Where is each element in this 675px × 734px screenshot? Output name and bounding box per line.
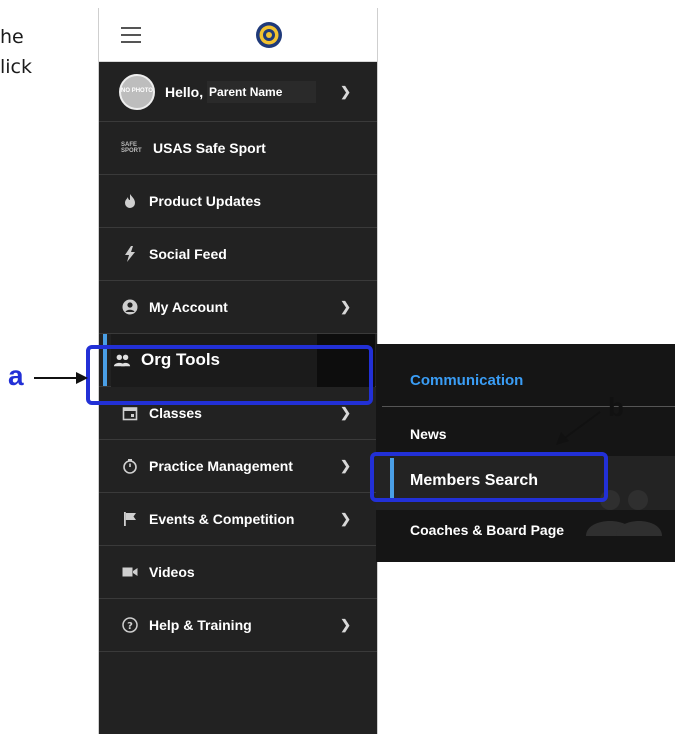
flag-icon xyxy=(121,510,139,528)
sidebar-item-safe-sport[interactable]: SAFE SPORT USAS Safe Sport xyxy=(99,122,377,175)
sidebar-item-label: USAS Safe Sport xyxy=(153,140,266,156)
top-bar xyxy=(99,8,377,62)
hamburger-menu-icon[interactable] xyxy=(121,27,141,43)
user-circle-icon xyxy=(121,298,139,316)
chevron-right-icon: ❯ xyxy=(340,617,351,632)
sidebar-item-social-feed[interactable]: Social Feed xyxy=(99,228,377,281)
sidebar-item-help-training[interactable]: ? Help & Training ❯ xyxy=(99,599,377,652)
video-camera-icon xyxy=(121,563,139,581)
sidebar-item-label: Product Updates xyxy=(149,193,262,209)
sidebar-item-label: Videos xyxy=(149,564,195,580)
sidebar-item-my-account[interactable]: My Account ❯ xyxy=(99,281,377,334)
svg-text:?: ? xyxy=(127,621,133,632)
question-circle-icon: ? xyxy=(121,616,139,634)
lightning-icon xyxy=(121,245,139,263)
chevron-right-icon: ❯ xyxy=(340,458,351,473)
chevron-right-icon: ❯ xyxy=(340,299,351,314)
annotation-label-a: a xyxy=(8,360,24,391)
sidebar-item-label: Events & Competition xyxy=(149,511,295,527)
annotation-label-b: b xyxy=(608,392,624,422)
annotation-arrow-b xyxy=(556,411,601,445)
calendar-icon xyxy=(121,404,139,422)
sidebar-item-user[interactable]: NO PHOTO Hello, Parent Name ❯ xyxy=(99,62,377,122)
flame-icon xyxy=(121,192,139,210)
submenu-heading: Communication xyxy=(410,372,524,389)
sidebar-item-label: My Account xyxy=(149,299,228,315)
submenu-item-news[interactable]: News xyxy=(410,426,447,442)
sidebar-item-label: Classes xyxy=(149,405,202,421)
user-greeting: Hello, xyxy=(165,83,204,100)
sidebar-item-product-updates[interactable]: Product Updates xyxy=(99,175,377,228)
annotation-arrow-a xyxy=(34,372,88,384)
chevron-right-icon: ❯ xyxy=(340,405,351,420)
intro-line-1: he xyxy=(0,26,24,48)
sidebar-item-label: Social Feed xyxy=(149,246,227,262)
sidebar-item-practice-management[interactable]: Practice Management ❯ xyxy=(99,440,377,493)
intro-text: he lick xyxy=(0,22,32,82)
sidebar-item-videos[interactable]: Videos xyxy=(99,546,377,599)
chevron-right-icon: ❯ xyxy=(340,83,351,99)
org-logo-icon xyxy=(256,22,282,48)
sidebar-item-events-competition[interactable]: Events & Competition ❯ xyxy=(99,493,377,546)
stopwatch-icon xyxy=(121,457,139,475)
intro-line-2: lick xyxy=(0,56,33,78)
user-name: Parent Name xyxy=(207,80,317,103)
submenu-item-coaches-board[interactable]: Coaches & Board Page xyxy=(410,522,564,538)
avatar: NO PHOTO xyxy=(119,73,155,110)
submenu-divider xyxy=(382,406,675,407)
sidebar-item-label: Practice Management xyxy=(149,458,293,474)
annotation-box-a xyxy=(86,345,373,405)
chevron-right-icon: ❯ xyxy=(340,511,351,526)
safe-sport-logo-icon: SAFE SPORT xyxy=(121,142,142,154)
annotation-box-b xyxy=(370,452,608,502)
sidebar-item-label: Help & Training xyxy=(149,617,252,633)
